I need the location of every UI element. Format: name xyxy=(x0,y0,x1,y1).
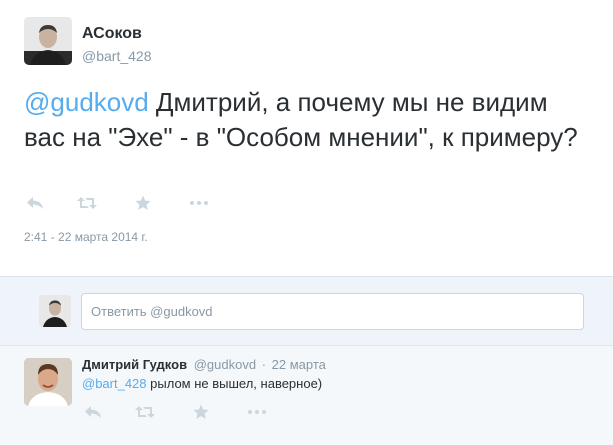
reply-compose: Ответить @gudkovd xyxy=(0,276,613,346)
favorite-icon[interactable] xyxy=(190,402,212,422)
author-handle[interactable]: @bart_428 xyxy=(82,48,151,64)
retweet-icon[interactable] xyxy=(134,402,156,422)
reply-date[interactable]: 22 марта xyxy=(272,357,326,372)
tweet-timestamp[interactable]: 2:41 - 22 марта 2014 г. xyxy=(24,230,148,244)
reply-author-name[interactable]: Дмитрий Гудков xyxy=(82,357,187,372)
avatar[interactable] xyxy=(24,17,72,65)
reply-input[interactable]: Ответить @gudkovd xyxy=(81,293,584,330)
more-icon[interactable] xyxy=(188,193,210,213)
retweet-icon[interactable] xyxy=(76,193,98,213)
reply-body: рылом не вышел, наверное) xyxy=(146,376,323,391)
avatar[interactable] xyxy=(24,358,72,406)
reply-author-handle[interactable]: @gudkovd xyxy=(194,357,256,372)
main-tweet: АСоков @bart_428 @gudkovd Дмитрий, а поч… xyxy=(0,0,613,276)
reply-icon[interactable] xyxy=(24,193,46,213)
avatar[interactable] xyxy=(39,295,71,327)
author-name[interactable]: АСоков xyxy=(82,25,142,43)
reply-tweet: Дмитрий Гудков @gudkovd · 22 марта @bart… xyxy=(0,346,613,445)
reply-icon[interactable] xyxy=(82,402,104,422)
favorite-icon[interactable] xyxy=(132,193,154,213)
separator-dot: · xyxy=(261,357,267,372)
reply-text: @bart_428 рылом не вышел, наверное) xyxy=(82,376,322,391)
more-icon[interactable] xyxy=(246,402,268,422)
mention-link[interactable]: @bart_428 xyxy=(82,376,147,391)
reply-header: Дмитрий Гудков @gudkovd · 22 марта xyxy=(82,357,326,372)
tweet-text: @gudkovd Дмитрий, а почему мы не видим в… xyxy=(24,85,594,155)
mention-link[interactable]: @gudkovd xyxy=(24,87,149,117)
